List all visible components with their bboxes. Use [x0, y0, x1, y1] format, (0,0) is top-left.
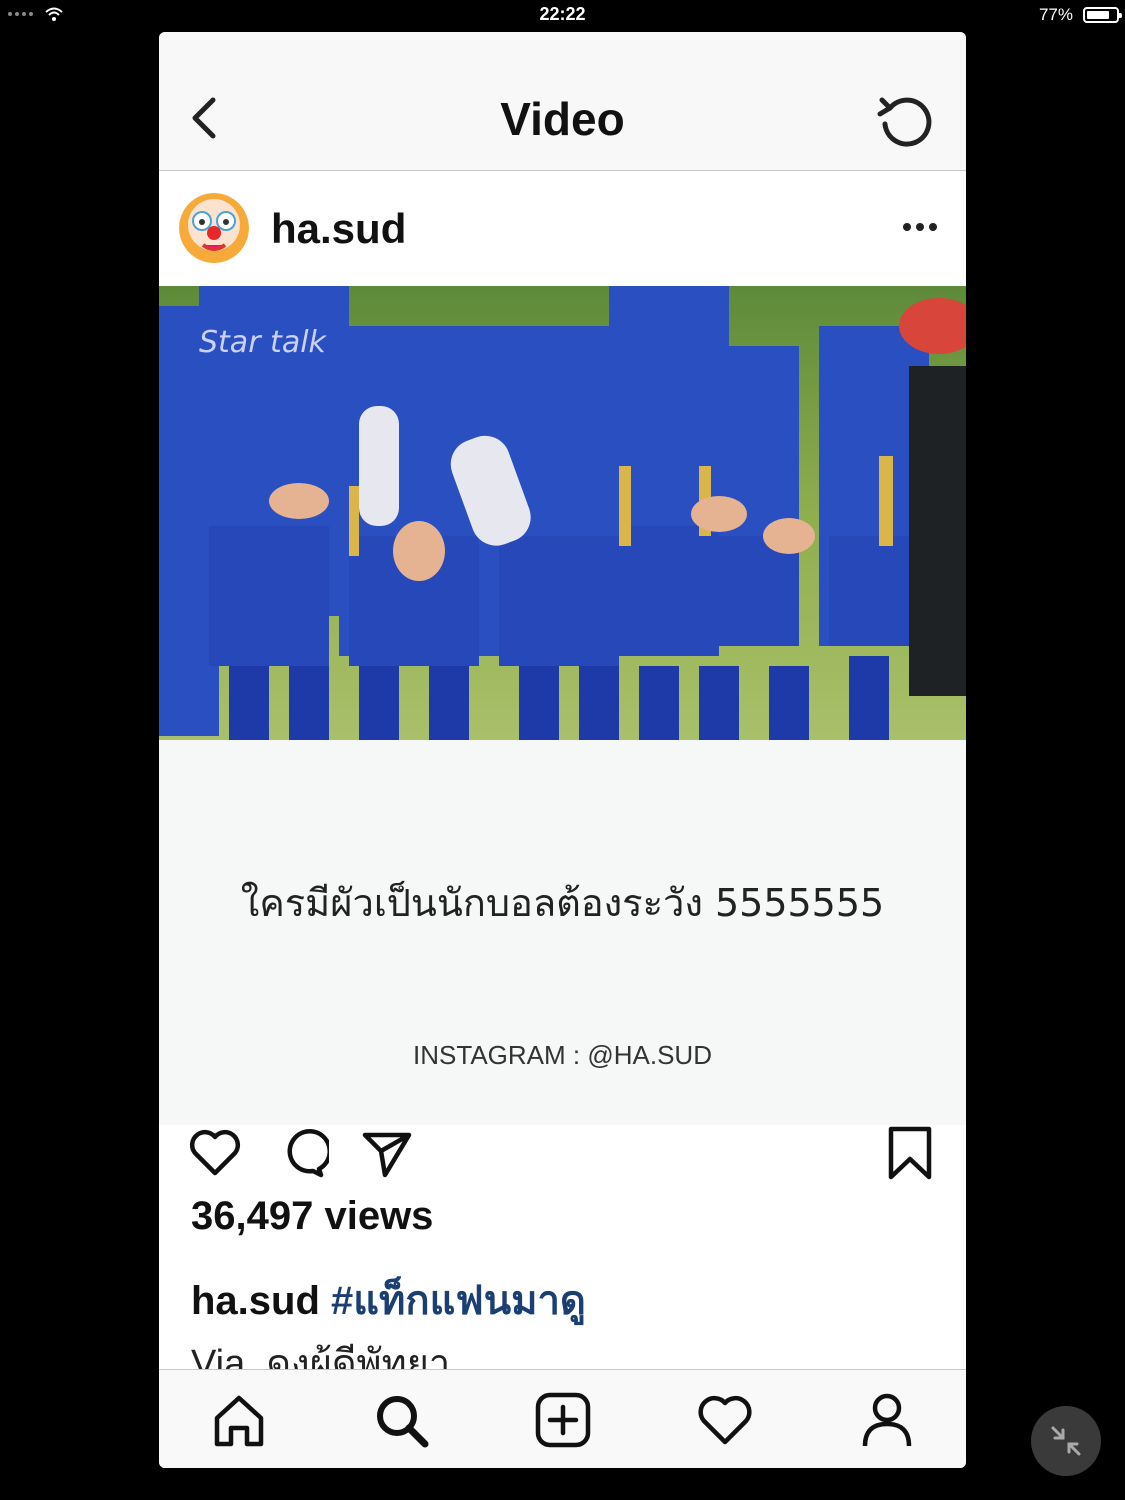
share-icon[interactable]	[359, 1125, 415, 1181]
more-dots-icon[interactable]	[902, 221, 938, 233]
post-caption: ha.sud #แท็กแฟนมาดู	[191, 1268, 586, 1332]
caption-username[interactable]: ha.sud	[191, 1279, 320, 1323]
view-count: 36,497 views	[191, 1194, 434, 1238]
profile-icon[interactable]	[857, 1390, 917, 1450]
video-frame-image: Star talk	[159, 286, 966, 740]
caption-line-2: Via. ดงผู้ดีพัทยา	[191, 1343, 451, 1370]
bookmark-icon[interactable]	[883, 1125, 937, 1181]
home-icon[interactable]	[209, 1390, 269, 1450]
tab-bar	[159, 1369, 966, 1468]
collapse-video-button[interactable]	[1031, 1406, 1101, 1476]
avatar[interactable]	[179, 193, 249, 263]
clown-emoji-avatar	[179, 193, 249, 263]
video-credit: INSTAGRAM : @HA.SUD	[413, 1040, 712, 1070]
video-watermark: Star talk	[199, 325, 328, 360]
search-icon[interactable]	[371, 1390, 431, 1450]
page-title: Video	[500, 93, 625, 145]
collapse-arrows-icon	[1051, 1426, 1081, 1456]
post-actions	[159, 1125, 966, 1205]
post-username[interactable]: ha.sud	[271, 205, 406, 253]
battery-percentage: 77%	[1038, 5, 1073, 24]
video-caption: ใครมีผัวเป็นนักบอลต้องระวัง 5555555	[240, 881, 885, 925]
heart-icon[interactable]	[187, 1125, 243, 1181]
add-icon[interactable]	[533, 1390, 593, 1450]
refresh-icon[interactable]	[876, 94, 936, 154]
status-bar: 22:22 77%	[0, 0, 1125, 30]
activity-heart-icon[interactable]	[695, 1390, 755, 1450]
clock: 22:22	[539, 4, 586, 24]
comment-icon[interactable]	[273, 1125, 329, 1181]
instagram-app: Video ha.sud Star talk ใครมีผัวเป็นนักบอ…	[159, 32, 966, 1468]
caption-hashtag[interactable]: #แท็กแฟนมาดู	[331, 1279, 586, 1323]
battery-icon	[1083, 7, 1122, 23]
video-caption-area[interactable]: ใครมีผัวเป็นนักบอลต้องระวัง 5555555 INST…	[159, 740, 966, 1125]
video-player[interactable]: Star talk	[159, 286, 966, 740]
navigation-bar: Video	[159, 32, 966, 171]
post-header: ha.sud	[159, 171, 966, 286]
